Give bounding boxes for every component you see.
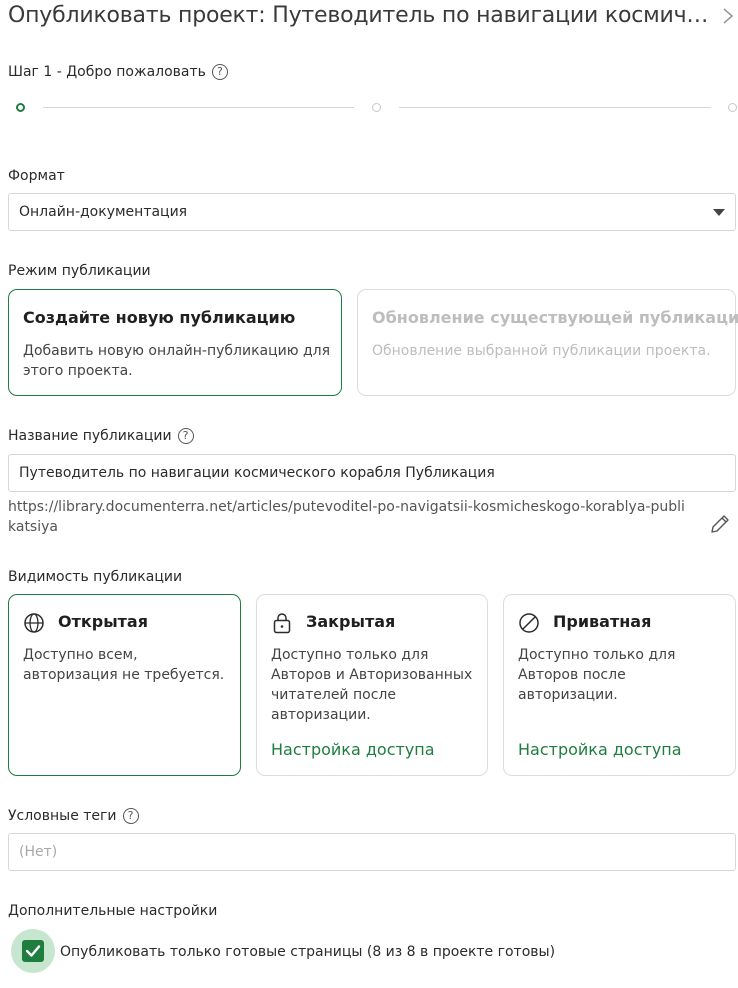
publication-name-label-row: Название публикации? bbox=[8, 427, 194, 445]
visibility-closed-description: Доступно только для Авторов и Авторизова… bbox=[271, 647, 473, 723]
new-publication-title: Создайте новую публикацию bbox=[23, 308, 296, 327]
ready-pages-checkbox-label[interactable]: Опубликовать только готовые страницы (8 … bbox=[60, 943, 555, 961]
step-connector bbox=[43, 107, 354, 108]
format-label: Формат bbox=[8, 168, 65, 184]
globe-icon bbox=[24, 613, 44, 633]
checkmark-icon bbox=[25, 945, 41, 957]
step-label-row: Шаг 1 - Добро пожаловать? bbox=[8, 63, 228, 81]
visibility-label: Видимость публикации bbox=[8, 569, 183, 585]
publish-mode-label: Режим публикации bbox=[8, 263, 151, 279]
format-select[interactable]: Онлайн-документация bbox=[8, 193, 736, 231]
publication-url: https://library.documenterra.net/article… bbox=[8, 499, 685, 535]
help-icon[interactable]: ? bbox=[177, 428, 194, 444]
conditional-tags-input[interactable]: (Нет) bbox=[8, 833, 736, 871]
step-label: Шаг 1 - Добро пожаловать bbox=[8, 64, 206, 80]
visibility-private-description: Доступно только для Авторов после автори… bbox=[518, 647, 676, 703]
caret-down-icon bbox=[713, 209, 725, 216]
visibility-open-description: Доступно всем, авторизация не требуется. bbox=[23, 647, 225, 683]
step-1-indicator[interactable] bbox=[16, 103, 25, 112]
lock-icon bbox=[273, 613, 291, 634]
step-3-indicator[interactable] bbox=[728, 103, 737, 112]
update-publication-description: Обновление выбранной публикации проекта. bbox=[372, 343, 711, 359]
help-icon[interactable]: ? bbox=[122, 808, 139, 824]
chevron-right-icon[interactable] bbox=[720, 6, 736, 26]
closed-access-settings-link[interactable]: Настройка доступа bbox=[271, 739, 435, 761]
update-publication-title: Обновление существующей публикации bbox=[372, 308, 738, 327]
visibility-closed-title: Закрытая bbox=[306, 612, 396, 631]
page-title: Опубликовать проект: Путеводитель по нав… bbox=[8, 3, 718, 28]
visibility-private-card[interactable]: Приватная Доступно только для Авторов по… bbox=[503, 594, 736, 776]
publication-name-input[interactable]: Путеводитель по навигации космического к… bbox=[8, 454, 736, 492]
new-publication-card[interactable]: Создайте новую публикацию Добавить новую… bbox=[8, 289, 342, 396]
format-select-value: Онлайн-документация bbox=[19, 204, 188, 220]
private-access-settings-link[interactable]: Настройка доступа bbox=[518, 739, 682, 761]
publication-name-label: Название публикации bbox=[8, 428, 172, 444]
visibility-open-card[interactable]: Открытая Доступно всем, авторизация не т… bbox=[8, 594, 241, 776]
ready-pages-checkbox[interactable] bbox=[22, 940, 44, 962]
step-2-indicator[interactable] bbox=[372, 103, 381, 112]
additional-settings-label: Дополнительные настройки bbox=[8, 903, 218, 919]
visibility-closed-card[interactable]: Закрытая Доступно только для Авторов и А… bbox=[256, 594, 488, 776]
step-connector bbox=[399, 107, 711, 108]
help-icon[interactable]: ? bbox=[211, 64, 228, 80]
no-entry-icon bbox=[519, 613, 539, 633]
edit-pencil-icon[interactable] bbox=[709, 513, 731, 535]
new-publication-description: Добавить новую онлайн-публикацию для это… bbox=[23, 343, 331, 379]
visibility-private-title: Приватная bbox=[553, 612, 652, 631]
update-publication-card: Обновление существующей публикации Обнов… bbox=[357, 289, 738, 396]
conditional-tags-label-row: Условные теги? bbox=[8, 807, 139, 825]
visibility-open-title: Открытая bbox=[58, 612, 148, 631]
conditional-tags-label: Условные теги bbox=[8, 808, 117, 824]
